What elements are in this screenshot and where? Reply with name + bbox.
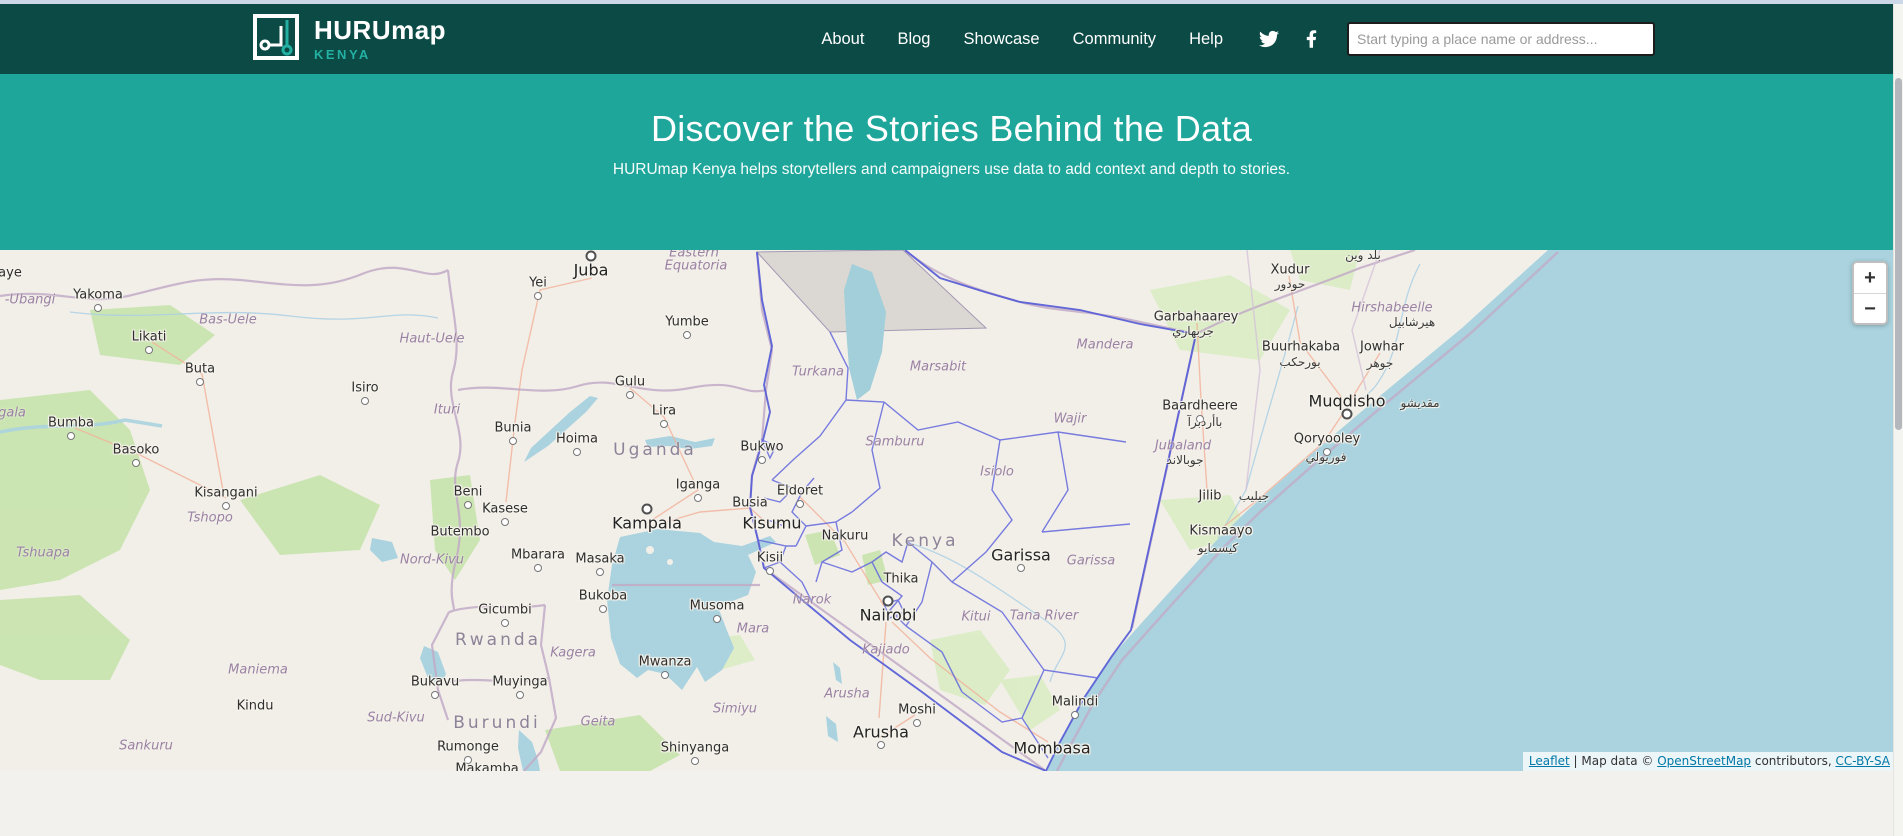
hurumap-logo[interactable]: HURUmap KENYA xyxy=(252,13,446,66)
map-zoom-control: + − xyxy=(1852,261,1888,325)
social-links xyxy=(1259,29,1317,49)
attribution-text: | Map data © xyxy=(1570,754,1657,768)
logo-title: HURUmap xyxy=(314,17,446,43)
license-link[interactable]: CC-BY-SA xyxy=(1835,754,1890,768)
scrollbar-thumb[interactable] xyxy=(1895,78,1902,430)
logo-text: HURUmap KENYA xyxy=(314,17,446,62)
openstreetmap-link[interactable]: OpenStreetMap xyxy=(1657,754,1751,768)
logo-subtitle: KENYA xyxy=(314,47,446,62)
leaflet-map[interactable]: JubaKampalaNairobiKisumuMuqdishoMombasaA… xyxy=(0,250,1903,771)
search-input[interactable] xyxy=(1347,22,1655,56)
main-nav: About Blog Showcase Community Help xyxy=(821,30,1223,49)
hero-subtitle: HURUmap Kenya helps storytellers and cam… xyxy=(0,161,1903,179)
attribution-text: contributors, xyxy=(1751,754,1835,768)
twitter-icon[interactable] xyxy=(1259,29,1279,49)
place-search xyxy=(1347,22,1655,56)
leaflet-link[interactable]: Leaflet xyxy=(1529,754,1570,768)
nav-item-about[interactable]: About xyxy=(821,30,864,49)
map-attribution: Leaflet | Map data © OpenStreetMap contr… xyxy=(1523,752,1896,771)
logo-icon xyxy=(252,13,300,66)
page-bottom-spacer xyxy=(0,771,1903,836)
site-header: HURUmap KENYA About Blog Showcase Community… xyxy=(0,4,1903,74)
nav-item-blog[interactable]: Blog xyxy=(897,30,930,49)
nav-item-help[interactable]: Help xyxy=(1189,30,1223,49)
facebook-icon[interactable] xyxy=(1306,29,1317,49)
zoom-in-button[interactable]: + xyxy=(1854,263,1886,293)
zoom-out-button[interactable]: − xyxy=(1854,293,1886,323)
scrollbar[interactable] xyxy=(1893,4,1903,836)
map-tiles xyxy=(0,250,1903,771)
hurumap-kenya-page: { "page": {"top_strip_color": "#ccd7e8"}… xyxy=(0,0,1903,836)
nav-item-community[interactable]: Community xyxy=(1073,30,1156,49)
hero-title: Discover the Stories Behind the Data xyxy=(0,74,1903,150)
hero-banner: Discover the Stories Behind the Data HUR… xyxy=(0,74,1903,250)
nav-item-showcase[interactable]: Showcase xyxy=(963,30,1039,49)
